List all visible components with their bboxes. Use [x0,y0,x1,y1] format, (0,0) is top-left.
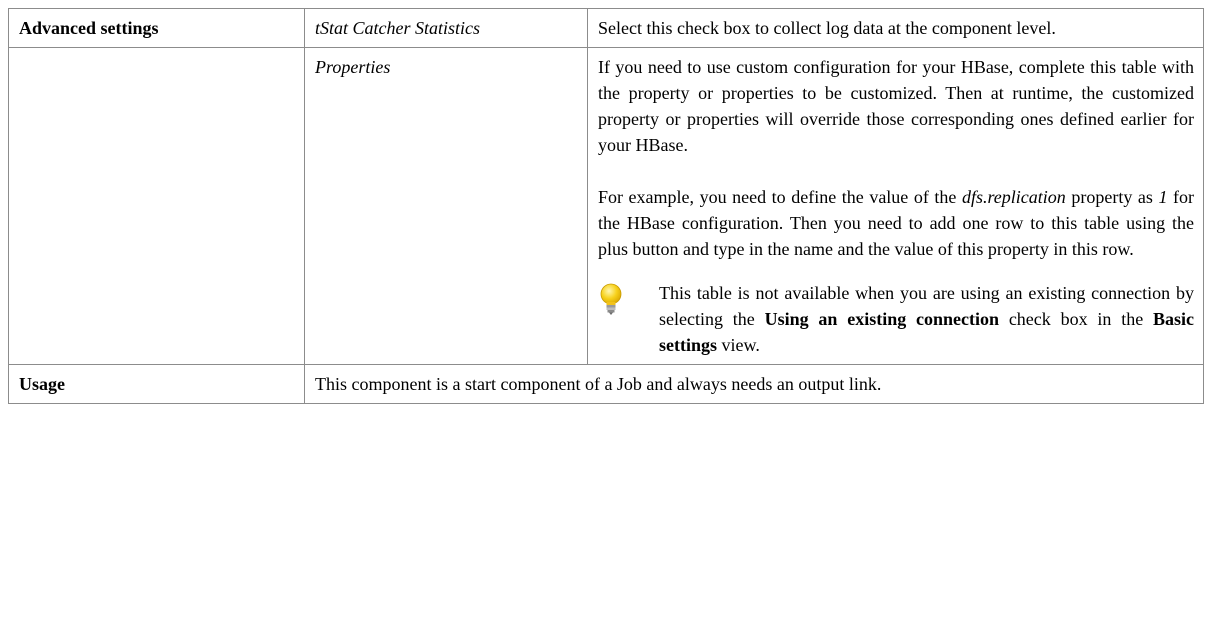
text-span: property as [1065,187,1159,207]
note-block: This table is not available when you are… [598,280,1194,358]
component-properties-table: Advanced settings tStat Catcher Statisti… [8,8,1204,404]
section-label-advanced-settings: Advanced settings [8,8,305,48]
section-label-usage: Usage [8,364,305,404]
empty-cell [8,47,305,365]
properties-paragraph-1: If you need to use custom configuration … [598,57,1194,155]
text-span: check box in the [999,309,1153,329]
lightbulb-icon [598,280,659,358]
param-name-properties: Properties [304,47,588,365]
table-row: Advanced settings tStat Catcher Statisti… [8,8,1204,48]
param-desc-tstat: Select this check box to collect log dat… [587,8,1204,48]
param-name-tstat: tStat Catcher Statistics [304,8,588,48]
note-text: This table is not available when you are… [659,280,1194,358]
lightbulb-icon-svg [600,283,622,315]
property-term: dfs.replication [961,187,1066,207]
param-desc-properties: If you need to use custom configuration … [587,47,1204,365]
bold-term: Using an existing connection [764,309,1000,329]
usage-desc: This component is a start component of a… [304,364,1204,404]
text-span: For example, you need to define the valu… [598,187,962,207]
table-row: Properties If you need to use custom con… [8,47,1204,365]
properties-paragraph-2: For example, you need to define the valu… [598,184,1194,262]
table-row: Usage This component is a start componen… [8,364,1204,404]
text-span: view. [717,335,760,355]
